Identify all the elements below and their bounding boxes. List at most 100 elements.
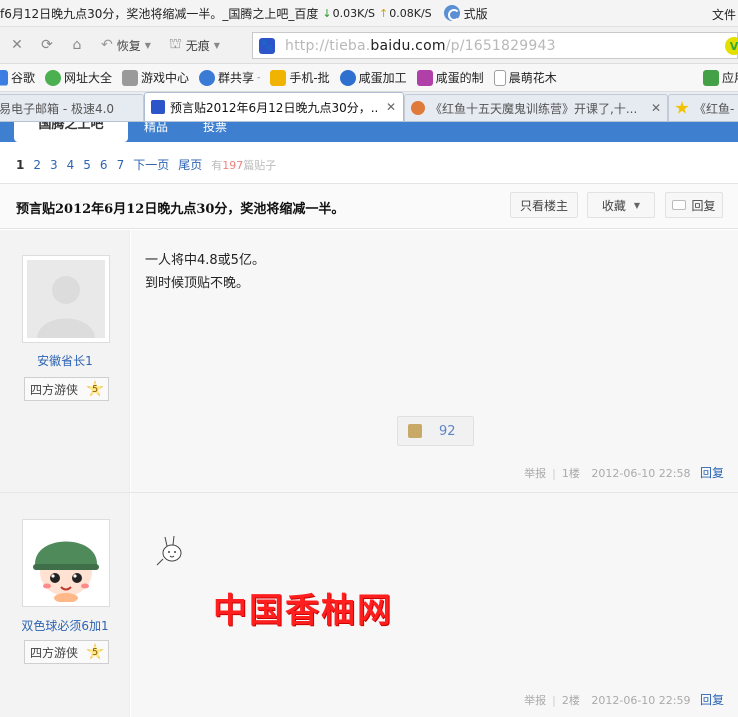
incognito-icon: ⛫: [168, 36, 182, 52]
restore-button[interactable]: ↶ 恢复 ▼: [94, 32, 158, 58]
site-icon: [411, 101, 425, 115]
username-link[interactable]: 安徽省长1: [0, 352, 130, 369]
bookmark-qun-share[interactable]: 群共享 -: [199, 69, 260, 86]
gamepad-icon: [122, 69, 139, 86]
rabbit-sticker-icon: [156, 535, 182, 566]
avatar[interactable]: [22, 519, 110, 607]
bookmark-phone-wholesale[interactable]: 手机-批: [270, 69, 330, 86]
home-button[interactable]: ⌂: [64, 32, 90, 58]
post-time: 2012-06-10 22:58: [591, 467, 691, 480]
post-meta: 举报 | 1楼 2012-06-10 22:58 回复: [524, 466, 724, 480]
page-link[interactable]: 6: [100, 158, 108, 172]
tab-prophecy-post[interactable]: 预言贴2012年6月12日晚九点30分，... ✕: [144, 92, 404, 121]
baidu-paw-icon: [151, 100, 165, 114]
download-speed: ↓ 0.03K/S: [322, 6, 376, 20]
username-link[interactable]: 双色球必须6加1: [0, 617, 130, 634]
bookmarks-bar: 谷歌 网址大全 游戏中心 群共享- 手机-批 咸蛋加工 咸蛋的制 晨萌花木 应用: [0, 64, 738, 92]
baidu-paw-icon: 🐾: [259, 37, 275, 54]
arrow-down-icon: ↓: [322, 6, 332, 20]
post-line: 到时候顶贴不晚。: [145, 276, 250, 291]
bookmark-google[interactable]: 谷歌: [0, 69, 35, 86]
close-tab-icon[interactable]: ✕: [651, 101, 661, 115]
browser-mode-icon[interactable]: [443, 5, 460, 21]
thread-header: 预言贴2012年6月12日晚九点30分，奖池将缩减一半。 只看楼主 收藏 ▼ 回复: [0, 183, 738, 229]
post-meta: 举报 | 2楼 2012-06-10 22:59 回复: [524, 693, 724, 707]
page-link[interactable]: 3: [50, 158, 58, 172]
share-icon: [199, 69, 216, 86]
forum-nav-vote[interactable]: 投票: [203, 122, 227, 135]
file-menu[interactable]: 文件: [712, 6, 736, 23]
close-tab-icon[interactable]: ✕: [386, 100, 396, 114]
page-link[interactable]: 4: [67, 158, 75, 172]
undo-icon: ↶: [101, 37, 113, 53]
stop-button[interactable]: ✕: [4, 32, 30, 58]
browser-mode-label[interactable]: 式版: [464, 5, 488, 22]
chevron-down-icon: -: [257, 72, 261, 83]
cube-icon: [702, 69, 719, 86]
post-body: 中国香柚网 举报 | 2楼 2012-06-10 22:59 回复: [131, 493, 738, 717]
post-author-panel: 安徽省长1 四方游侠 5: [0, 230, 130, 492]
url-text[interactable]: http://tieba.baidu.com/p/1651829943: [285, 38, 556, 54]
reply-icon: [672, 200, 687, 210]
close-icon: ✕: [11, 37, 23, 53]
tab-strip: 易电子邮箱 - 极速4.0 预言贴2012年6月12日晚九点30分，... ✕ …: [0, 92, 738, 122]
reply-link[interactable]: 回复: [700, 693, 724, 707]
arrow-up-icon: ↑: [379, 6, 389, 20]
star-icon: [675, 101, 689, 114]
post-author-panel: 双色球必须6加1 四方游侠 5: [0, 493, 130, 717]
user-level[interactable]: 四方游侠 5: [24, 377, 109, 401]
next-page-link[interactable]: 下一页: [133, 156, 169, 173]
thread-title: 预言贴2012年6月12日晚九点30分，奖池将缩减一半。: [16, 202, 345, 217]
cartoon-avatar-icon: [27, 524, 105, 602]
go-icon[interactable]: V: [725, 37, 738, 55]
upload-speed: ↑ 0.08K/S: [379, 6, 432, 20]
last-page-link[interactable]: 尾页: [178, 156, 202, 173]
report-link[interactable]: 举报: [524, 694, 546, 707]
post-content: 一人将中4.8或5亿。 到时候顶贴不晚。: [145, 249, 265, 295]
tab-email[interactable]: 易电子邮箱 - 极速4.0: [0, 94, 144, 121]
post-body: 一人将中4.8或5亿。 到时候顶贴不晚。 92 举报 | 1楼 2012-06-10…: [131, 230, 738, 492]
chevron-down-icon: ▼: [144, 40, 151, 50]
bookmark-flowers[interactable]: 晨萌花木: [493, 69, 557, 86]
bookmark-games[interactable]: 游戏中心: [122, 69, 189, 86]
navigation-toolbar: ✕ ⟳ ⌂ ↶ 恢复 ▼ ⛫ 无痕 ▼ 🐾 http://tieba.baidu…: [0, 27, 738, 64]
app-icon: [416, 69, 433, 86]
bookmark-egg-making[interactable]: 咸蛋的制: [416, 69, 484, 86]
reply-link[interactable]: 回复: [700, 466, 724, 480]
play-icon: [339, 69, 356, 86]
collect-button[interactable]: 收藏 ▼: [587, 192, 655, 218]
post-count-info: 有197篇贴子: [211, 158, 277, 172]
post-floor-2: 双色球必须6加1 四方游侠 5 中国香柚网 举报 | 2楼 2012-06-10 2…: [0, 493, 738, 717]
google-icon: [0, 69, 8, 86]
page-link[interactable]: 5: [83, 158, 91, 172]
address-bar[interactable]: 🐾 http://tieba.baidu.com/p/1651829943 V: [252, 32, 738, 59]
globe-icon: [45, 69, 62, 86]
page-link[interactable]: 7: [117, 158, 125, 172]
window-titlebar: f6月12日晚九点30分，奖池将缩减一半。_国腾之上吧_百度 ↓ 0.03K/S …: [0, 0, 738, 27]
author-only-button[interactable]: 只看楼主: [510, 192, 578, 218]
forum-nav-featured[interactable]: 精品: [144, 122, 168, 135]
chevron-down-icon: ▼: [633, 200, 641, 210]
refresh-button[interactable]: ⟳: [34, 32, 60, 58]
reply-button[interactable]: 回复: [665, 192, 723, 218]
forum-nav: 国腾之上吧 精品 投票: [0, 122, 738, 142]
user-level[interactable]: 四方游侠 5: [24, 640, 109, 664]
floor-number: 2楼: [561, 694, 580, 707]
refresh-icon: ⟳: [41, 37, 53, 53]
no-trace-button[interactable]: ⛫ 无痕 ▼: [162, 32, 227, 58]
like-button[interactable]: 92: [397, 416, 474, 446]
forum-nav-home[interactable]: 国腾之上吧: [14, 122, 128, 142]
report-link[interactable]: 举报: [524, 467, 546, 480]
tab-red-fish[interactable]: 《红鱼十五天魔鬼训练营》开课了,十... ✕: [404, 94, 668, 121]
page-current: 1: [16, 157, 25, 172]
tab-red-fish-2[interactable]: 《红鱼-: [668, 94, 738, 121]
page-content: 国腾之上吧 精品 投票 1 2 3 4 5 6 7 下一页 尾页 有197篇贴子…: [0, 122, 738, 717]
bookmark-egg-processing[interactable]: 咸蛋加工: [339, 69, 407, 86]
post-line: 一人将中4.8或5亿。: [145, 253, 265, 268]
avatar[interactable]: [22, 255, 110, 343]
page-link[interactable]: 2: [33, 158, 41, 172]
bookmark-hao123[interactable]: 网址大全: [45, 69, 112, 86]
window-title: f6月12日晚九点30分，奖池将缩减一半。_国腾之上吧_百度: [0, 6, 319, 21]
floor-number: 1楼: [561, 467, 580, 480]
bookmark-apps[interactable]: 应用: [702, 69, 738, 86]
